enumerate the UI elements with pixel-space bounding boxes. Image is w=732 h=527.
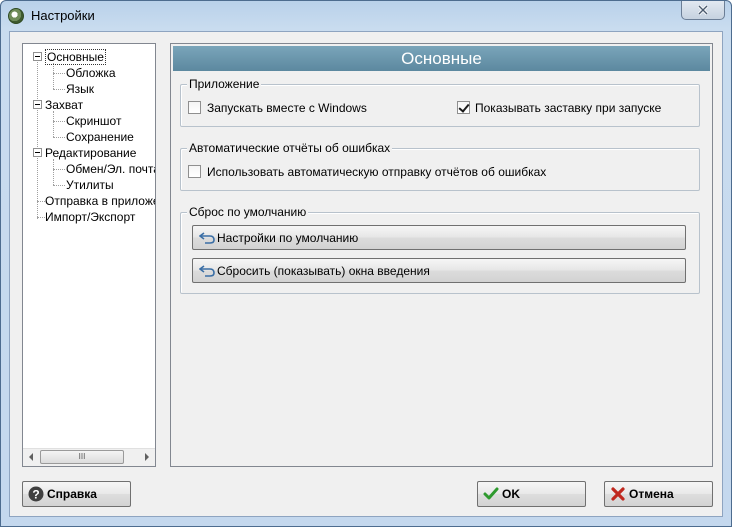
tree-item-label: Обмен/Эл. почта bbox=[66, 162, 156, 176]
autostart-checkbox[interactable] bbox=[188, 101, 201, 114]
tree-connector bbox=[37, 58, 38, 219]
tree-item-send-to-app[interactable]: Отправка в приложе bbox=[45, 193, 156, 209]
collapse-toggle[interactable] bbox=[33, 100, 42, 109]
scroll-right-arrow-icon[interactable] bbox=[145, 453, 149, 461]
button-label: Отмена bbox=[629, 487, 674, 501]
tree-horizontal-scrollbar[interactable]: III bbox=[23, 448, 155, 466]
tree-item-skin[interactable]: Обложка bbox=[66, 65, 116, 81]
application-group: Приложение Запускать вместе с Windows По… bbox=[180, 77, 700, 127]
button-label: Сбросить (показывать) окна введения bbox=[217, 264, 430, 278]
scroll-left-arrow-icon[interactable] bbox=[29, 453, 33, 461]
tree-connector bbox=[53, 185, 65, 186]
title-bar[interactable]: Настройки bbox=[1, 1, 731, 31]
tree-connector bbox=[53, 159, 54, 185]
settings-window: Настройки Основные Обложка Язык Захват С… bbox=[0, 0, 732, 527]
auto-report-checkbox[interactable] bbox=[188, 165, 201, 178]
tree-item-label: Захват bbox=[45, 98, 84, 112]
tree-connector bbox=[53, 169, 65, 170]
dialog-client-area: Основные Обложка Язык Захват Скриншот Со… bbox=[9, 31, 723, 517]
help-icon: ? bbox=[28, 486, 44, 502]
group-title: Сброс по умолчанию bbox=[187, 205, 309, 219]
tree-item-label: Основные bbox=[45, 49, 106, 65]
cancel-button[interactable]: Отмена bbox=[604, 481, 713, 507]
button-label: Справка bbox=[47, 487, 97, 501]
reset-intro-windows-button[interactable]: Сбросить (показывать) окна введения bbox=[192, 258, 686, 283]
ok-button[interactable]: OK bbox=[477, 481, 586, 507]
tree-item-label: Редактирование bbox=[45, 146, 137, 160]
tree-item-label: Отправка в приложе bbox=[45, 194, 156, 208]
tree-item-general[interactable]: Основные bbox=[45, 49, 106, 65]
tree-item-share-email[interactable]: Обмен/Эл. почта bbox=[66, 161, 156, 177]
tree-item-utilities[interactable]: Утилиты bbox=[66, 177, 114, 193]
tree-connector bbox=[53, 73, 65, 74]
tree-item-screenshot[interactable]: Скриншот bbox=[66, 113, 121, 129]
tree-item-language[interactable]: Язык bbox=[66, 81, 94, 97]
reset-defaults-group: Сброс по умолчанию Настройки по умолчани… bbox=[180, 205, 700, 294]
error-reports-group: Автоматические отчёты об ошибках Использ… bbox=[180, 141, 700, 191]
tree-item-label: Язык bbox=[66, 82, 95, 96]
undo-arrow-icon bbox=[199, 232, 215, 244]
tree-item-label: Утилиты bbox=[66, 178, 114, 192]
tree-item-label: Импорт/Экспорт bbox=[45, 210, 136, 224]
tree-item-label: Скриншот bbox=[66, 114, 122, 128]
help-button[interactable]: ? Справка bbox=[22, 481, 131, 507]
tree-item-import-export[interactable]: Импорт/Экспорт bbox=[45, 209, 135, 225]
button-label: Настройки по умолчанию bbox=[217, 231, 359, 245]
splash-label[interactable]: Показывать заставку при запуске bbox=[475, 101, 661, 115]
close-icon bbox=[697, 4, 709, 16]
group-title: Приложение bbox=[187, 77, 262, 91]
restore-defaults-button[interactable]: Настройки по умолчанию bbox=[192, 225, 686, 250]
undo-arrow-icon bbox=[199, 265, 215, 277]
close-button[interactable] bbox=[681, 1, 725, 20]
button-label: OK bbox=[502, 487, 520, 501]
checkmark-icon bbox=[483, 487, 499, 500]
group-title: Автоматические отчёты об ошибках bbox=[187, 141, 393, 155]
tree-item-capture[interactable]: Захват bbox=[45, 97, 83, 113]
collapse-toggle[interactable] bbox=[33, 52, 42, 61]
splash-checkbox[interactable] bbox=[457, 101, 470, 114]
autostart-label[interactable]: Запускать вместе с Windows bbox=[207, 101, 367, 115]
tree-connector bbox=[53, 121, 65, 122]
tree-connector bbox=[53, 63, 54, 89]
settings-tree: Основные Обложка Язык Захват Скриншот Со… bbox=[22, 43, 156, 467]
panel-title: Основные bbox=[173, 46, 710, 71]
scrollbar-thumb[interactable]: III bbox=[40, 450, 124, 464]
tree-connector bbox=[53, 89, 65, 90]
app-icon bbox=[8, 8, 24, 24]
tree-item-editing[interactable]: Редактирование bbox=[45, 145, 136, 161]
svg-text:?: ? bbox=[32, 488, 39, 502]
tree-item-label: Сохранение bbox=[66, 130, 134, 144]
tree-connector bbox=[53, 137, 65, 138]
collapse-toggle[interactable] bbox=[33, 148, 42, 157]
tree-item-label: Обложка bbox=[66, 66, 116, 80]
auto-report-label[interactable]: Использовать автоматическую отправку отч… bbox=[207, 165, 546, 179]
tree-connector bbox=[53, 111, 54, 137]
tree-item-saving[interactable]: Сохранение bbox=[66, 129, 134, 145]
window-title: Настройки bbox=[31, 8, 95, 23]
settings-panel: Основные Приложение Запускать вместе с W… bbox=[170, 43, 713, 467]
cross-icon bbox=[611, 487, 625, 501]
